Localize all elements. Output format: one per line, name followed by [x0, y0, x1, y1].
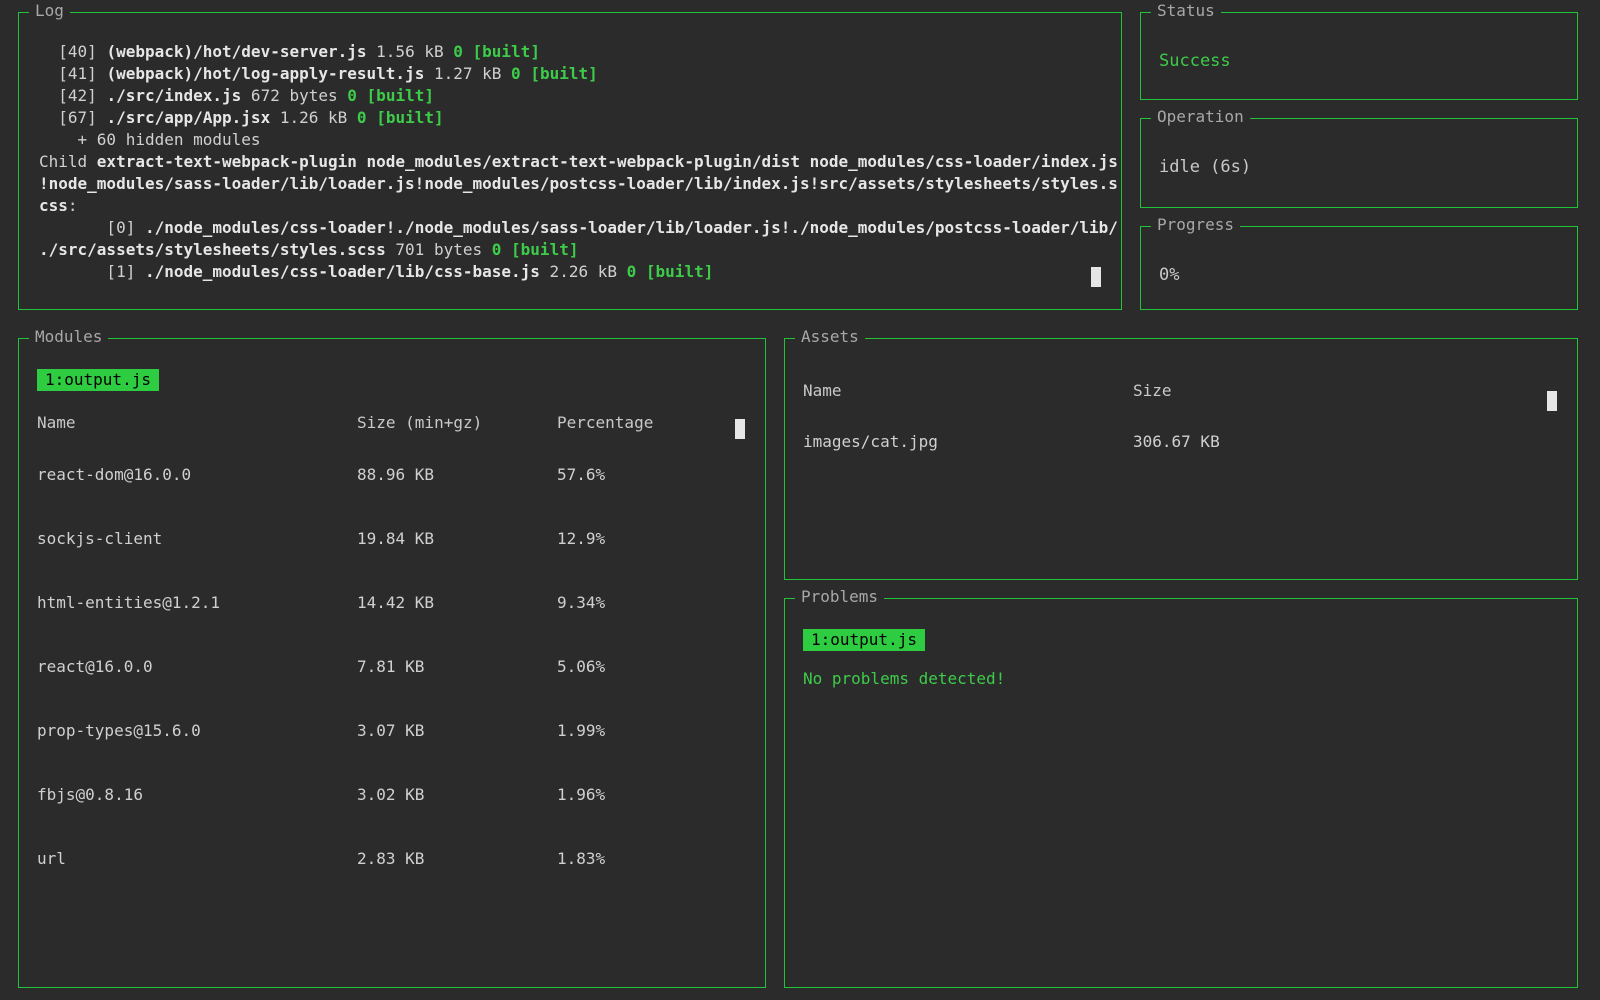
module-name: react@16.0.0 [37, 657, 357, 676]
log-line: [41] (webpack)/hot/log-apply-result.js 1… [39, 63, 1103, 85]
modules-rows[interactable]: react-dom@16.0.088.96 KB57.6%sockjs-clie… [37, 442, 747, 890]
modules-scrollbar-thumb[interactable] [735, 419, 745, 439]
assets-panel: Assets Name Size images/cat.jpg306.67 KB [784, 338, 1578, 580]
assets-header-size: Size [1133, 381, 1333, 400]
asset-name: images/cat.jpg [803, 432, 1133, 451]
module-row[interactable]: html-entities@1.2.114.42 KB9.34% [37, 570, 747, 634]
status-panel: Status Success [1140, 12, 1578, 100]
module-row[interactable]: fbjs@0.8.163.02 KB1.96% [37, 762, 747, 826]
assets-title: Assets [795, 327, 865, 347]
log-title: Log [29, 1, 70, 21]
assets-scrollbar-thumb[interactable] [1547, 391, 1557, 411]
module-size: 3.02 KB [357, 785, 557, 804]
modules-panel: Modules 1:output.js Name Size (min+gz) P… [18, 338, 766, 988]
modules-tab[interactable]: 1:output.js [37, 369, 159, 391]
module-row[interactable]: url2.83 KB1.83% [37, 826, 747, 890]
module-pct: 12.9% [557, 529, 717, 548]
log-panel: Log [40] (webpack)/hot/dev-server.js 1.5… [18, 12, 1122, 310]
problems-panel: Problems 1:output.js No problems detecte… [784, 598, 1578, 988]
log-line: ./src/assets/stylesheets/styles.scss 701… [39, 239, 1103, 261]
operation-text: idle (6s) [1159, 157, 1559, 177]
module-size: 7.81 KB [357, 657, 557, 676]
modules-header-size: Size (min+gz) [357, 413, 557, 432]
modules-header-pct: Percentage [557, 413, 717, 432]
modules-header-name: Name [37, 413, 357, 432]
module-size: 2.83 KB [357, 849, 557, 868]
log-line: css: [39, 195, 1103, 217]
module-size: 3.07 KB [357, 721, 557, 740]
module-row[interactable]: react@16.0.07.81 KB5.06% [37, 634, 747, 698]
module-row[interactable]: react-dom@16.0.088.96 KB57.6% [37, 442, 747, 506]
status-text: Success [1159, 51, 1559, 71]
module-pct: 9.34% [557, 593, 717, 612]
module-size: 88.96 KB [357, 465, 557, 484]
log-line: + 60 hidden modules [39, 129, 1103, 151]
progress-text: 0% [1159, 265, 1559, 285]
log-line: [67] ./src/app/App.jsx 1.26 kB 0 [built] [39, 107, 1103, 129]
module-name: url [37, 849, 357, 868]
problems-message: No problems detected! [803, 669, 1559, 688]
problems-title: Problems [795, 587, 884, 607]
status-title: Status [1151, 1, 1221, 21]
module-size: 14.42 KB [357, 593, 557, 612]
module-name: react-dom@16.0.0 [37, 465, 357, 484]
module-name: fbjs@0.8.16 [37, 785, 357, 804]
module-name: sockjs-client [37, 529, 357, 548]
problems-tab[interactable]: 1:output.js [803, 629, 925, 651]
log-cursor [1091, 267, 1101, 287]
operation-panel: Operation idle (6s) [1140, 118, 1578, 208]
module-row[interactable]: prop-types@15.6.03.07 KB1.99% [37, 698, 747, 762]
module-pct: 57.6% [557, 465, 717, 484]
operation-title: Operation [1151, 107, 1250, 127]
log-line: [40] (webpack)/hot/dev-server.js 1.56 kB… [39, 41, 1103, 63]
assets-rows[interactable]: images/cat.jpg306.67 KB [803, 426, 1559, 456]
module-pct: 1.96% [557, 785, 717, 804]
module-pct: 1.83% [557, 849, 717, 868]
module-pct: 5.06% [557, 657, 717, 676]
progress-panel: Progress 0% [1140, 226, 1578, 310]
module-name: html-entities@1.2.1 [37, 593, 357, 612]
log-line: [42] ./src/index.js 672 bytes 0 [built] [39, 85, 1103, 107]
log-line: Child extract-text-webpack-plugin node_m… [39, 151, 1103, 173]
log-body[interactable]: [40] (webpack)/hot/dev-server.js 1.56 kB… [39, 41, 1103, 283]
log-line: [0] ./node_modules/css-loader!./node_mod… [39, 217, 1103, 239]
assets-header-row: Name Size [803, 381, 1559, 400]
module-size: 19.84 KB [357, 529, 557, 548]
asset-row[interactable]: images/cat.jpg306.67 KB [803, 426, 1559, 456]
progress-title: Progress [1151, 215, 1240, 235]
modules-header-row: Name Size (min+gz) Percentage [37, 413, 747, 432]
module-row[interactable]: sockjs-client19.84 KB12.9% [37, 506, 747, 570]
module-pct: 1.99% [557, 721, 717, 740]
assets-header-name: Name [803, 381, 1133, 400]
modules-title: Modules [29, 327, 108, 347]
log-line: !node_modules/sass-loader/lib/loader.js!… [39, 173, 1103, 195]
asset-size: 306.67 KB [1133, 432, 1333, 451]
log-line: [1] ./node_modules/css-loader/lib/css-ba… [39, 261, 1103, 283]
module-name: prop-types@15.6.0 [37, 721, 357, 740]
